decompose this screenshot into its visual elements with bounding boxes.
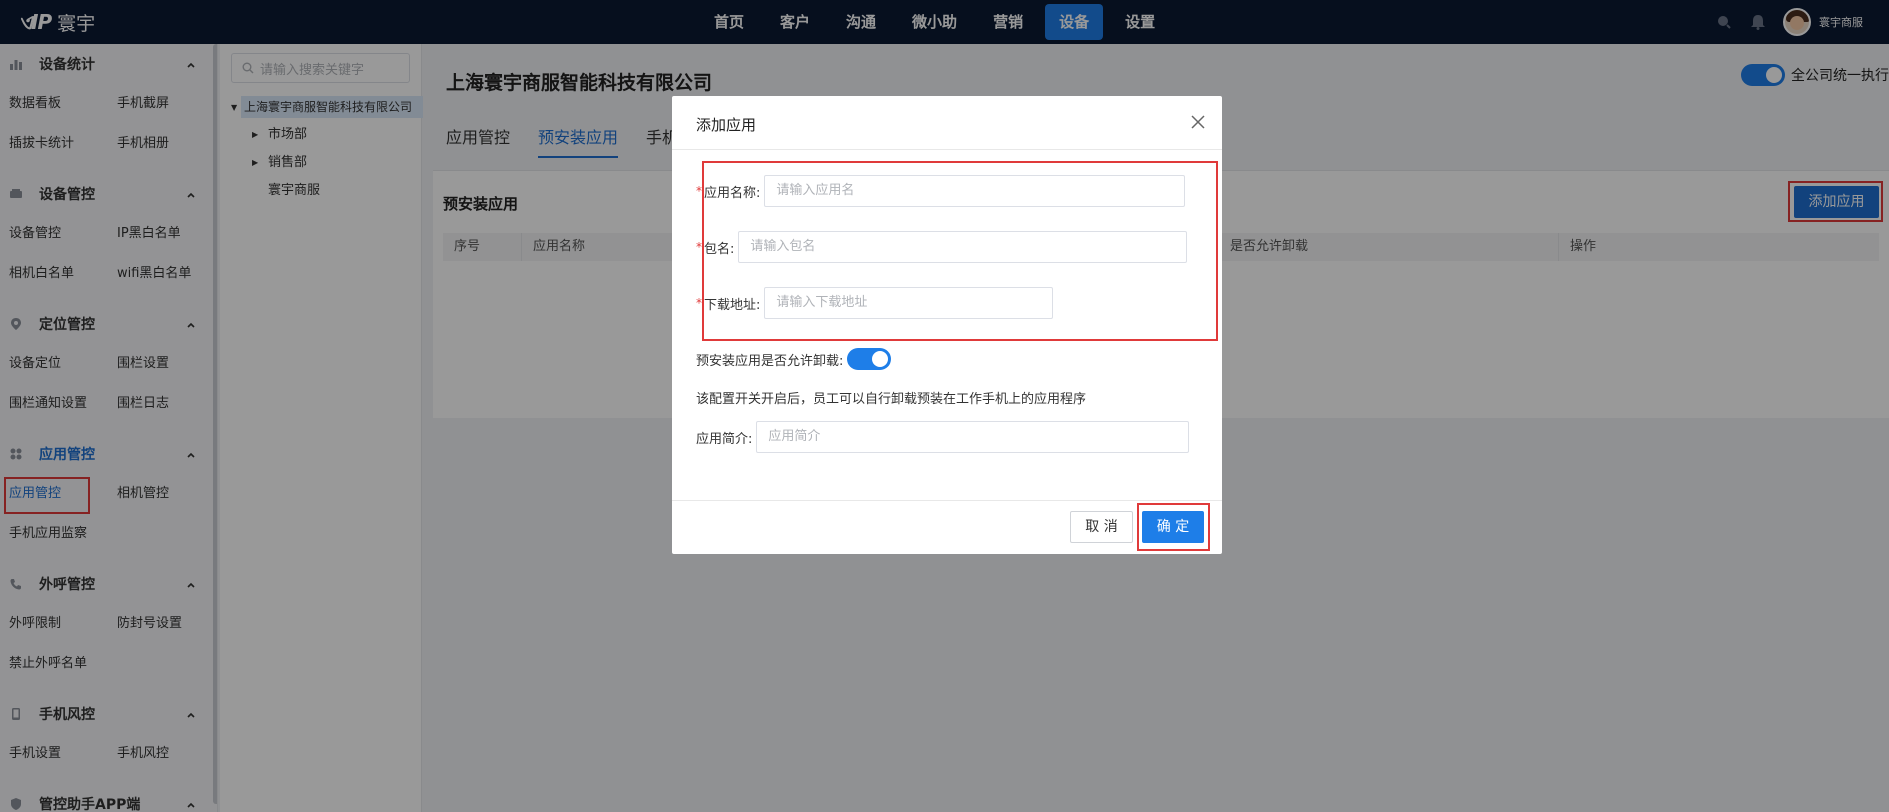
close-icon[interactable]: [1190, 114, 1206, 130]
switch-note: 该配置开关开启后，员工可以自行卸载预装在工作手机上的应用程序: [696, 392, 1087, 407]
uninstall-switch[interactable]: [847, 348, 892, 370]
app-intro-input[interactable]: 应用简介: [756, 421, 1190, 453]
add-app-dialog: 添加应用 * 应用名称: 请输入应用名 * 包名: 请输入包名 * 下载地址: …: [672, 96, 1222, 554]
form-row-uninstall: 预安装应用是否允许卸载:: [696, 348, 892, 370]
form-row-package: * 包名: 请输入包名: [696, 231, 1188, 263]
download-url-input[interactable]: 请输入下载地址: [764, 287, 1054, 319]
required-mark: *: [696, 184, 702, 198]
required-mark: *: [696, 296, 702, 310]
modal-title: 添加应用: [696, 116, 757, 134]
form-row-intro: 应用简介: 应用简介: [696, 421, 1190, 453]
package-input[interactable]: 请输入包名: [738, 231, 1188, 263]
required-mark: *: [696, 240, 702, 254]
highlight-box: [1137, 503, 1210, 551]
modal-footer: 取 消 确 定: [672, 500, 1222, 554]
form-row-app-name: * 应用名称: 请输入应用名: [696, 175, 1186, 207]
cancel-button[interactable]: 取 消: [1070, 511, 1133, 543]
form-row-download-url: * 下载地址: 请输入下载地址: [696, 287, 1054, 319]
modal-header: 添加应用: [672, 96, 1222, 150]
field-label: 应用简介:: [696, 431, 753, 447]
field-label: 应用名称:: [704, 185, 761, 201]
app-name-input[interactable]: 请输入应用名: [764, 175, 1186, 207]
field-label: 预安装应用是否允许卸载:: [696, 353, 844, 369]
field-label: 包名:: [704, 241, 735, 257]
field-label: 下载地址:: [704, 297, 761, 313]
